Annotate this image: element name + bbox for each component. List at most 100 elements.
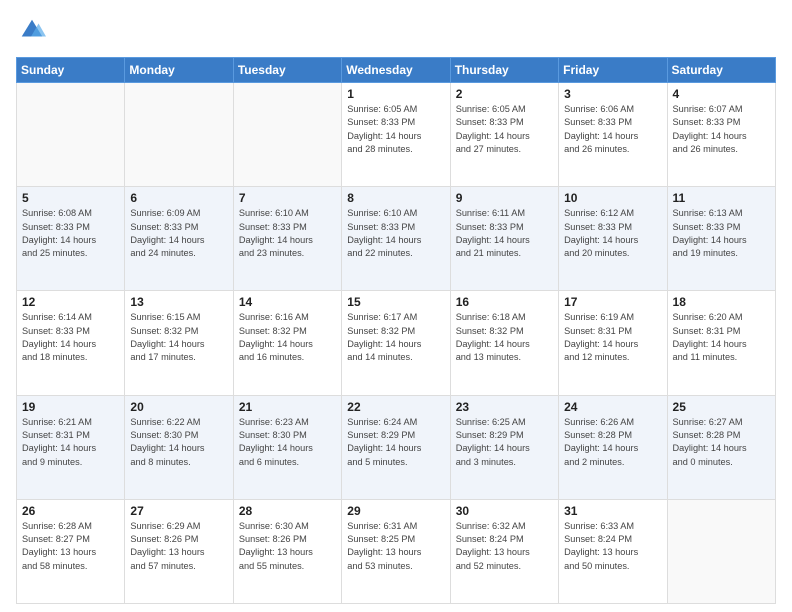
day-number: 14 <box>239 295 336 309</box>
day-number: 24 <box>564 400 661 414</box>
weekday-header-tuesday: Tuesday <box>233 58 341 83</box>
day-number: 21 <box>239 400 336 414</box>
calendar-table: SundayMondayTuesdayWednesdayThursdayFrid… <box>16 57 776 604</box>
calendar-cell: 14 Sunrise: 6:16 AMSunset: 8:32 PMDayligh… <box>233 291 341 395</box>
day-number: 3 <box>564 87 661 101</box>
calendar-cell: 17 Sunrise: 6:19 AMSunset: 8:31 PMDayligh… <box>559 291 667 395</box>
day-number: 27 <box>130 504 227 518</box>
day-info: Sunrise: 6:07 AMSunset: 8:33 PMDaylight:… <box>673 103 770 156</box>
day-info: Sunrise: 6:17 AMSunset: 8:32 PMDaylight:… <box>347 311 444 364</box>
calendar-cell: 15 Sunrise: 6:17 AMSunset: 8:32 PMDayligh… <box>342 291 450 395</box>
day-number: 6 <box>130 191 227 205</box>
weekday-header-wednesday: Wednesday <box>342 58 450 83</box>
weekday-header-sunday: Sunday <box>17 58 125 83</box>
day-info: Sunrise: 6:20 AMSunset: 8:31 PMDaylight:… <box>673 311 770 364</box>
day-info: Sunrise: 6:13 AMSunset: 8:33 PMDaylight:… <box>673 207 770 260</box>
day-number: 1 <box>347 87 444 101</box>
calendar-cell: 3 Sunrise: 6:06 AMSunset: 8:33 PMDaylight… <box>559 83 667 187</box>
calendar-cell: 10 Sunrise: 6:12 AMSunset: 8:33 PMDayligh… <box>559 187 667 291</box>
day-number: 28 <box>239 504 336 518</box>
day-number: 26 <box>22 504 119 518</box>
day-number: 20 <box>130 400 227 414</box>
calendar-cell: 26 Sunrise: 6:28 AMSunset: 8:27 PMDayligh… <box>17 499 125 603</box>
week-row-3: 12 Sunrise: 6:14 AMSunset: 8:33 PMDayligh… <box>17 291 776 395</box>
day-number: 30 <box>456 504 553 518</box>
weekday-header-thursday: Thursday <box>450 58 558 83</box>
calendar-cell: 28 Sunrise: 6:30 AMSunset: 8:26 PMDayligh… <box>233 499 341 603</box>
day-info: Sunrise: 6:18 AMSunset: 8:32 PMDaylight:… <box>456 311 553 364</box>
day-info: Sunrise: 6:19 AMSunset: 8:31 PMDaylight:… <box>564 311 661 364</box>
day-number: 22 <box>347 400 444 414</box>
day-number: 11 <box>673 191 770 205</box>
day-info: Sunrise: 6:23 AMSunset: 8:30 PMDaylight:… <box>239 416 336 469</box>
calendar-cell <box>233 83 341 187</box>
day-number: 12 <box>22 295 119 309</box>
day-info: Sunrise: 6:14 AMSunset: 8:33 PMDaylight:… <box>22 311 119 364</box>
calendar-cell <box>667 499 775 603</box>
logo <box>16 16 50 49</box>
calendar-cell: 25 Sunrise: 6:27 AMSunset: 8:28 PMDayligh… <box>667 395 775 499</box>
day-info: Sunrise: 6:05 AMSunset: 8:33 PMDaylight:… <box>347 103 444 156</box>
calendar-cell <box>125 83 233 187</box>
day-number: 23 <box>456 400 553 414</box>
day-info: Sunrise: 6:12 AMSunset: 8:33 PMDaylight:… <box>564 207 661 260</box>
weekday-header-monday: Monday <box>125 58 233 83</box>
day-number: 29 <box>347 504 444 518</box>
day-info: Sunrise: 6:22 AMSunset: 8:30 PMDaylight:… <box>130 416 227 469</box>
day-info: Sunrise: 6:21 AMSunset: 8:31 PMDaylight:… <box>22 416 119 469</box>
day-info: Sunrise: 6:28 AMSunset: 8:27 PMDaylight:… <box>22 520 119 573</box>
calendar-cell: 11 Sunrise: 6:13 AMSunset: 8:33 PMDayligh… <box>667 187 775 291</box>
calendar-cell: 7Sunrise: 6:10 AMSunset: 8:33 PMDaylight… <box>233 187 341 291</box>
logo-icon <box>18 16 46 44</box>
calendar-cell: 27Sunrise: 6:29 AMSunset: 8:26 PMDayligh… <box>125 499 233 603</box>
calendar-cell: 31 Sunrise: 6:33 AMSunset: 8:24 PMDayligh… <box>559 499 667 603</box>
day-info: Sunrise: 6:27 AMSunset: 8:28 PMDaylight:… <box>673 416 770 469</box>
day-info: Sunrise: 6:15 AMSunset: 8:32 PMDaylight:… <box>130 311 227 364</box>
day-info: Sunrise: 6:33 AMSunset: 8:24 PMDaylight:… <box>564 520 661 573</box>
day-info: Sunrise: 6:10 AMSunset: 8:33 PMDaylight:… <box>239 207 336 260</box>
day-info: Sunrise: 6:25 AMSunset: 8:29 PMDaylight:… <box>456 416 553 469</box>
day-number: 5 <box>22 191 119 205</box>
day-number: 4 <box>673 87 770 101</box>
day-number: 10 <box>564 191 661 205</box>
day-number: 17 <box>564 295 661 309</box>
calendar-cell: 13Sunrise: 6:15 AMSunset: 8:32 PMDayligh… <box>125 291 233 395</box>
day-info: Sunrise: 6:32 AMSunset: 8:24 PMDaylight:… <box>456 520 553 573</box>
day-info: Sunrise: 6:10 AMSunset: 8:33 PMDaylight:… <box>347 207 444 260</box>
day-number: 25 <box>673 400 770 414</box>
calendar-cell: 4 Sunrise: 6:07 AMSunset: 8:33 PMDaylight… <box>667 83 775 187</box>
week-row-1: 1 Sunrise: 6:05 AMSunset: 8:33 PMDaylight… <box>17 83 776 187</box>
calendar-cell: 18Sunrise: 6:20 AMSunset: 8:31 PMDayligh… <box>667 291 775 395</box>
day-info: Sunrise: 6:11 AMSunset: 8:33 PMDaylight:… <box>456 207 553 260</box>
calendar-cell: 8Sunrise: 6:10 AMSunset: 8:33 PMDaylight… <box>342 187 450 291</box>
calendar-cell: 6 Sunrise: 6:09 AMSunset: 8:33 PMDaylight… <box>125 187 233 291</box>
calendar-cell: 29 Sunrise: 6:31 AMSunset: 8:25 PMDayligh… <box>342 499 450 603</box>
calendar-cell: 9 Sunrise: 6:11 AMSunset: 8:33 PMDaylight… <box>450 187 558 291</box>
weekday-header-row: SundayMondayTuesdayWednesdayThursdayFrid… <box>17 58 776 83</box>
day-info: Sunrise: 6:31 AMSunset: 8:25 PMDaylight:… <box>347 520 444 573</box>
week-row-2: 5 Sunrise: 6:08 AMSunset: 8:33 PMDaylight… <box>17 187 776 291</box>
week-row-5: 26 Sunrise: 6:28 AMSunset: 8:27 PMDayligh… <box>17 499 776 603</box>
day-number: 19 <box>22 400 119 414</box>
day-number: 15 <box>347 295 444 309</box>
day-number: 31 <box>564 504 661 518</box>
week-row-4: 19 Sunrise: 6:21 AMSunset: 8:31 PMDayligh… <box>17 395 776 499</box>
day-info: Sunrise: 6:05 AMSunset: 8:33 PMDaylight:… <box>456 103 553 156</box>
calendar-cell <box>17 83 125 187</box>
day-info: Sunrise: 6:16 AMSunset: 8:32 PMDaylight:… <box>239 311 336 364</box>
weekday-header-friday: Friday <box>559 58 667 83</box>
header <box>16 12 776 49</box>
day-info: Sunrise: 6:30 AMSunset: 8:26 PMDaylight:… <box>239 520 336 573</box>
calendar-cell: 20 Sunrise: 6:22 AMSunset: 8:30 PMDayligh… <box>125 395 233 499</box>
calendar-cell: 30 Sunrise: 6:32 AMSunset: 8:24 PMDayligh… <box>450 499 558 603</box>
calendar-cell: 1 Sunrise: 6:05 AMSunset: 8:33 PMDaylight… <box>342 83 450 187</box>
calendar-cell: 19 Sunrise: 6:21 AMSunset: 8:31 PMDayligh… <box>17 395 125 499</box>
day-number: 9 <box>456 191 553 205</box>
day-info: Sunrise: 6:24 AMSunset: 8:29 PMDaylight:… <box>347 416 444 469</box>
day-info: Sunrise: 6:09 AMSunset: 8:33 PMDaylight:… <box>130 207 227 260</box>
calendar-cell: 23 Sunrise: 6:25 AMSunset: 8:29 PMDayligh… <box>450 395 558 499</box>
weekday-header-saturday: Saturday <box>667 58 775 83</box>
day-info: Sunrise: 6:06 AMSunset: 8:33 PMDaylight:… <box>564 103 661 156</box>
day-info: Sunrise: 6:08 AMSunset: 8:33 PMDaylight:… <box>22 207 119 260</box>
calendar-cell: 5 Sunrise: 6:08 AMSunset: 8:33 PMDaylight… <box>17 187 125 291</box>
